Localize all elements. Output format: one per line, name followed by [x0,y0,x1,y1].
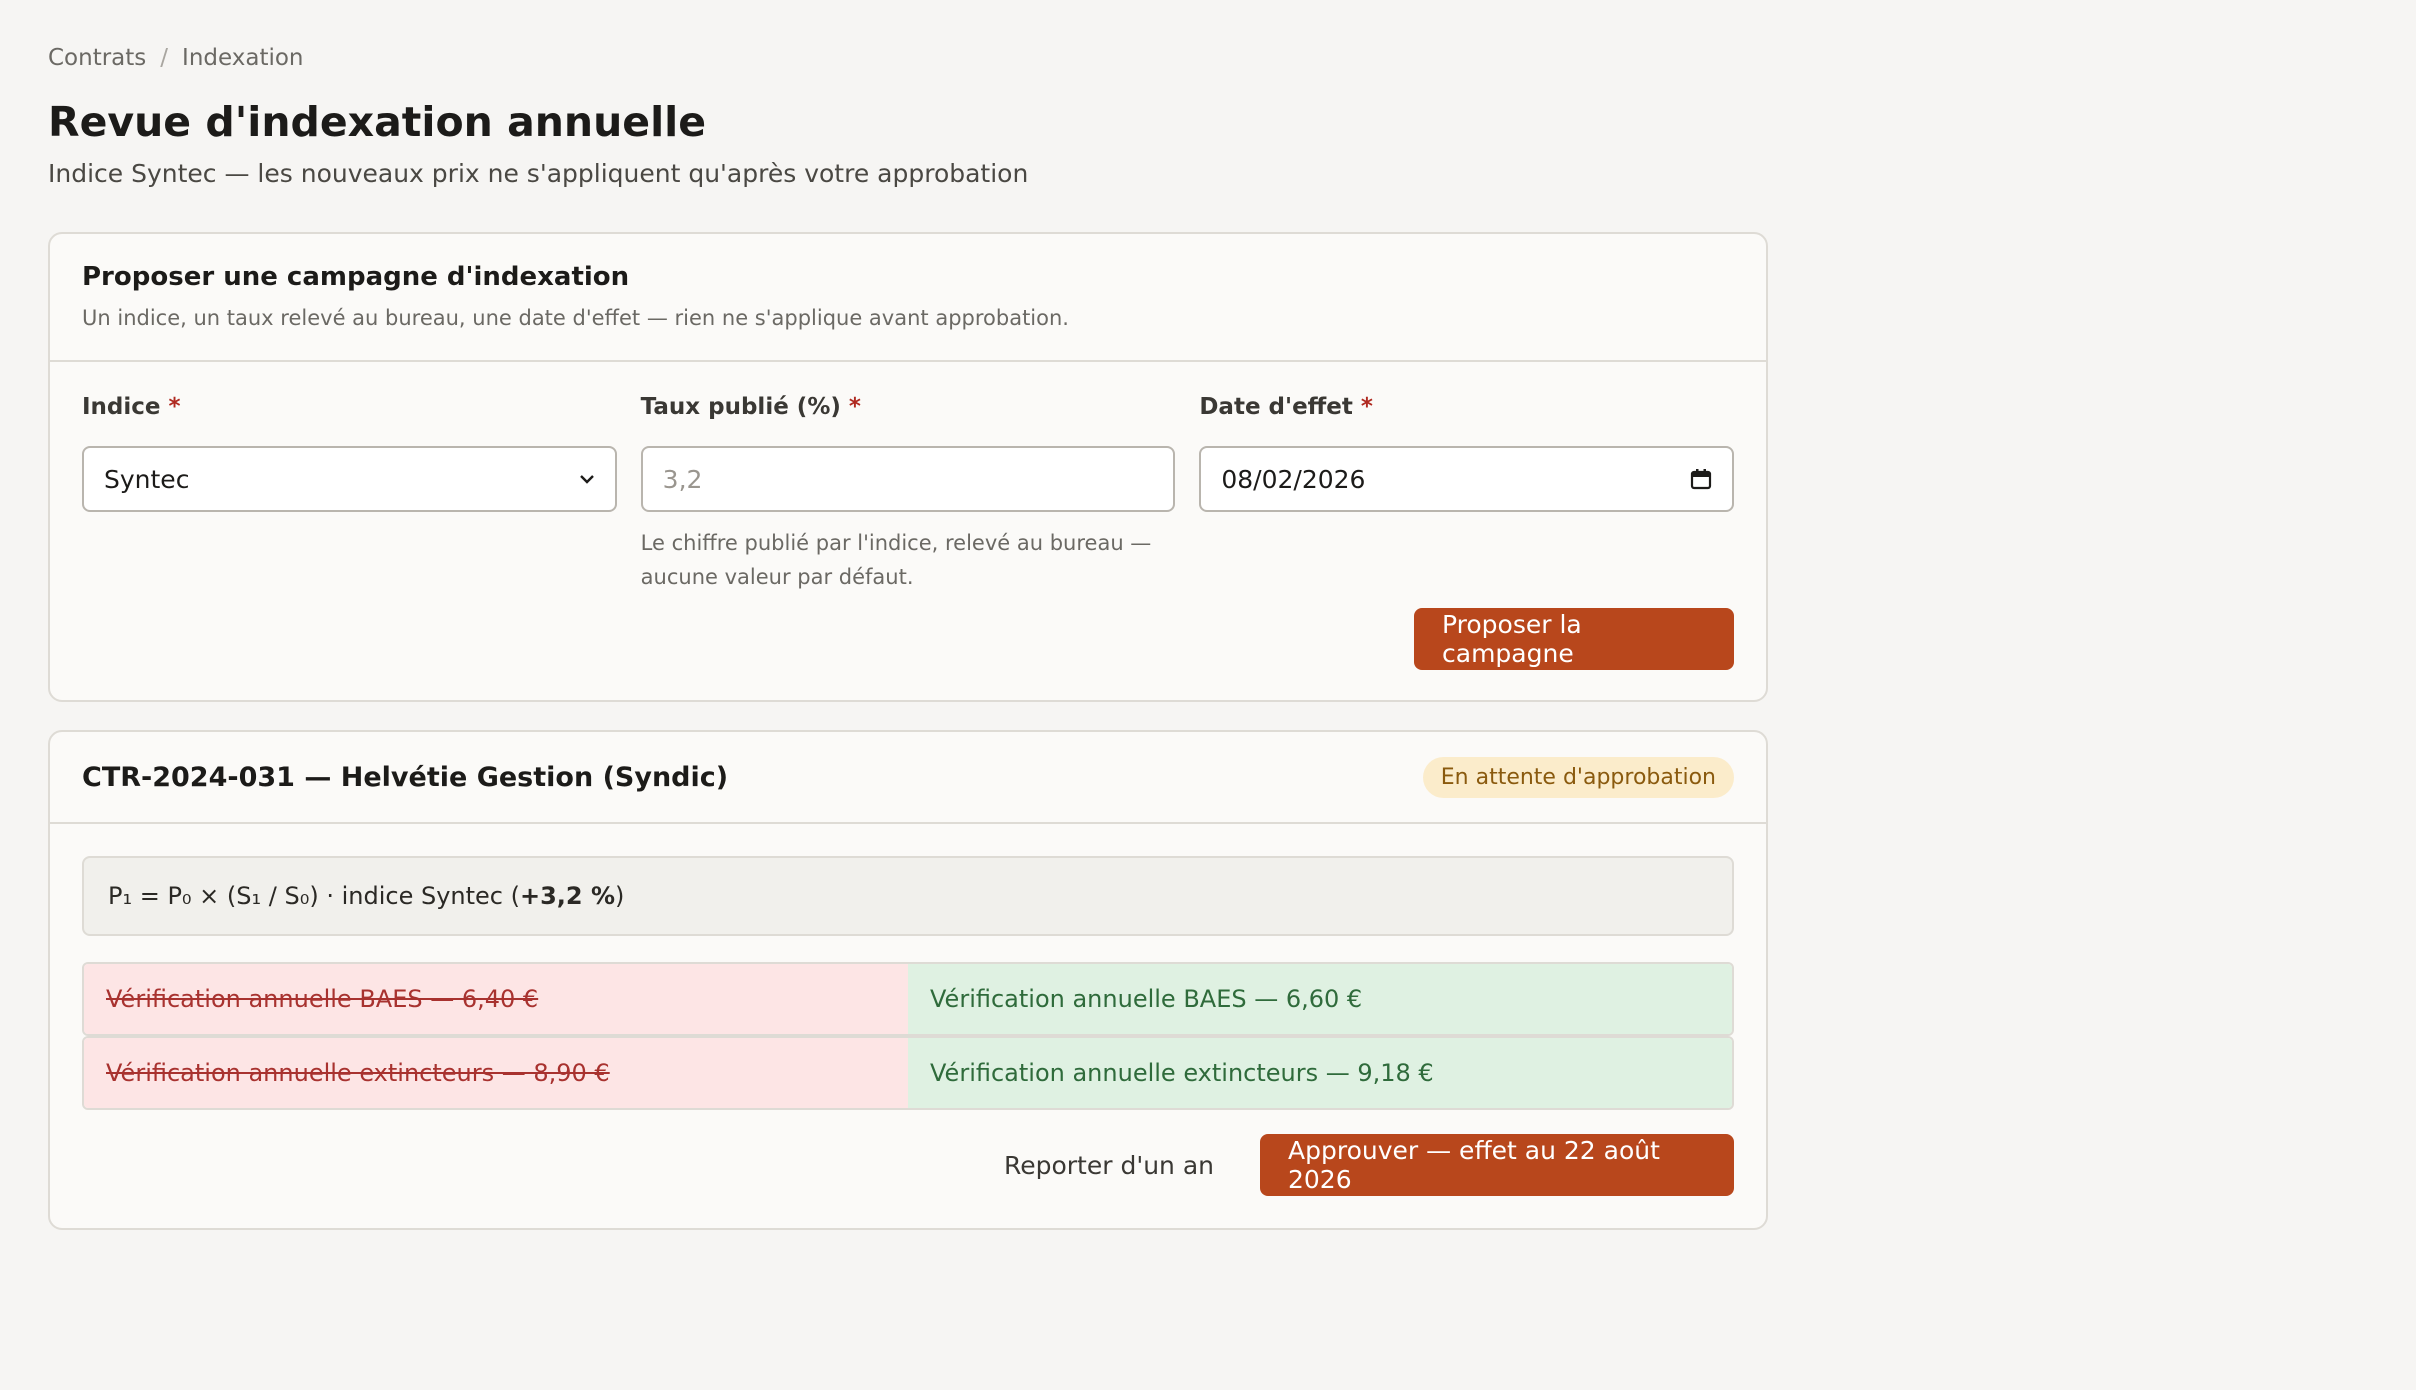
price-diff-row: Vérification annuelle BAES — 6,40 € Véri… [82,962,1734,1036]
proposal-card: Proposer une campagne d'indexation Un in… [48,232,1768,702]
rate-input[interactable]: 3,2 [640,446,1176,512]
proposal-form: Indice * Syntec Taux publié (%) * 3,2 Le… [82,394,1735,594]
new-price: Vérification annuelle extincteurs — 9,18… [908,1038,1732,1108]
required-mark: * [1360,394,1373,420]
field-date: Date d'effet * 08/02/2026 [1199,394,1735,594]
index-label: Indice * [82,394,617,428]
field-index: Indice * Syntec [82,394,617,594]
page-subtitle: Indice Syntec — les nouveaux prix ne s'a… [48,159,1029,189]
contract-card: CTR-2024-031 — Helvétie Gestion (Syndic)… [48,730,1768,1230]
indexation-formula: P₁ = P₀ × (S₁ / S₀) · indice Syntec ( +3… [82,856,1734,936]
rate-label-text: Taux publié (%) [640,394,841,420]
rate-hint: Le chiffre publié par l'indice, relevé a… [640,531,1152,589]
breadcrumb-item-indexation: Indexation [182,45,304,71]
rate-input-placeholder: 3,2 [662,464,703,494]
breadcrumb-separator: / [160,45,169,71]
chevron-down-icon [579,475,594,484]
old-price: Vérification annuelle BAES — 6,40 € [84,964,908,1034]
breadcrumb: Contrats / Indexation [48,40,2368,76]
price-diff-list: Vérification annuelle BAES — 6,40 € Véri… [82,962,1734,1110]
index-label-text: Indice [82,394,161,420]
field-rate: Taux publié (%) * 3,2 Le chiffre publié … [640,394,1176,594]
old-price: Vérification annuelle extincteurs — 8,90… [84,1038,908,1108]
formula-rate: +3,2 % [519,882,616,910]
contract-card-header: CTR-2024-031 — Helvétie Gestion (Syndic)… [50,732,1766,824]
formula-prefix: P₁ = P₀ × (S₁ / S₀) · indice Syntec ( [108,882,520,910]
new-price: Vérification annuelle BAES — 6,60 € [908,964,1732,1034]
contract-title: CTR-2024-031 — Helvétie Gestion (Syndic) [82,761,729,793]
calendar-icon[interactable] [1690,468,1712,490]
date-label: Date d'effet * [1199,394,1734,428]
price-diff-row: Vérification annuelle extincteurs — 8,90… [82,1036,1734,1110]
page-title: Revue d'indexation annuelle [48,98,707,146]
approve-button[interactable]: Approuver — effet au 22 août 2026 [1260,1134,1734,1196]
proposal-title: Proposer une campagne d'indexation [82,262,630,292]
proposal-card-header: Proposer une campagne d'indexation Un in… [50,234,1766,362]
date-label-text: Date d'effet [1199,394,1353,420]
postpone-button[interactable]: Reporter d'un an [988,1134,1230,1196]
page: Contrats / Indexation Revue d'indexation… [0,0,2416,1390]
status-badge: En attente d'approbation [1422,756,1734,798]
rate-label: Taux publié (%) * [641,394,1176,428]
required-mark: * [848,394,861,420]
breadcrumb-item-contrats[interactable]: Contrats [48,45,146,71]
formula-suffix: ) [615,882,625,910]
index-select-value: Syntec [104,464,190,494]
required-mark: * [168,394,181,420]
proposal-description: Un indice, un taux relevé au bureau, une… [82,306,1069,330]
index-select[interactable]: Syntec [82,446,617,512]
contract-actions: Reporter d'un an Approuver — effet au 22… [988,1134,1734,1196]
date-input-value: 08/02/2026 [1221,464,1366,494]
date-input[interactable]: 08/02/2026 [1199,446,1735,512]
propose-campaign-button[interactable]: Proposer la campagne [1414,608,1734,670]
